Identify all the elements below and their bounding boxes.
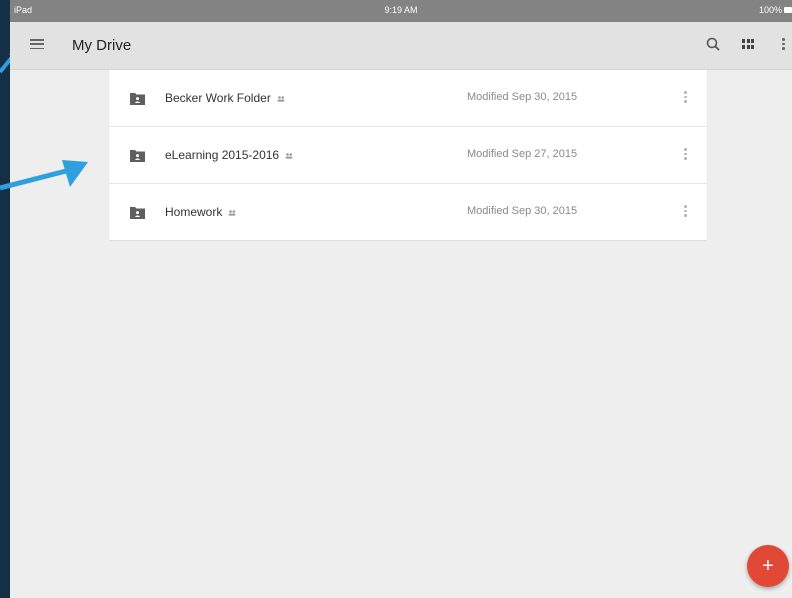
file-row-name: eLearning 2015-2016 xyxy=(165,148,293,162)
file-modified-date: Modified Sep 30, 2015 xyxy=(467,91,578,103)
shared-folder-icon xyxy=(130,93,145,105)
new-item-fab-button[interactable]: + xyxy=(747,545,789,587)
grid-view-icon[interactable] xyxy=(742,39,755,49)
app-toolbar: My Drive xyxy=(10,22,792,70)
file-name: eLearning 2015-2016 xyxy=(165,148,280,162)
search-icon[interactable] xyxy=(704,35,724,55)
shared-people-icon xyxy=(228,210,236,216)
ipad-screen: iPad 9:19 AM 100% My Drive Becker Work F… xyxy=(10,0,792,598)
status-bar: iPad 9:19 AM 100% xyxy=(10,0,792,22)
file-name: Homework xyxy=(165,205,223,219)
annotation-arrow-to-folder xyxy=(0,160,88,191)
more-vert-icon[interactable] xyxy=(782,38,786,52)
file-modified-date: Modified Sep 30, 2015 xyxy=(467,205,578,217)
shared-people-icon xyxy=(277,96,285,102)
more-vert-icon[interactable] xyxy=(684,148,688,162)
file-row[interactable]: eLearning 2015-2016 Modified Sep 27, 201… xyxy=(109,127,707,184)
more-vert-icon[interactable] xyxy=(684,205,688,219)
file-list: Becker Work Folder Modified Sep 30, 2015… xyxy=(109,70,707,240)
file-name: Becker Work Folder xyxy=(165,91,271,105)
clock: 9:19 AM xyxy=(384,5,418,15)
file-row-name: Becker Work Folder xyxy=(165,91,285,105)
file-row-name: Homework xyxy=(165,205,236,219)
file-modified-date: Modified Sep 27, 2015 xyxy=(467,148,578,160)
battery-percent: 100% xyxy=(758,5,782,15)
shared-folder-icon xyxy=(130,150,145,162)
more-vert-icon[interactable] xyxy=(684,91,688,105)
shared-people-icon xyxy=(285,153,293,159)
file-row[interactable]: Becker Work Folder Modified Sep 30, 2015 xyxy=(109,70,707,127)
shared-folder-icon xyxy=(130,207,145,219)
file-row[interactable]: Homework Modified Sep 30, 2015 xyxy=(109,184,707,240)
battery-icon xyxy=(784,7,792,13)
